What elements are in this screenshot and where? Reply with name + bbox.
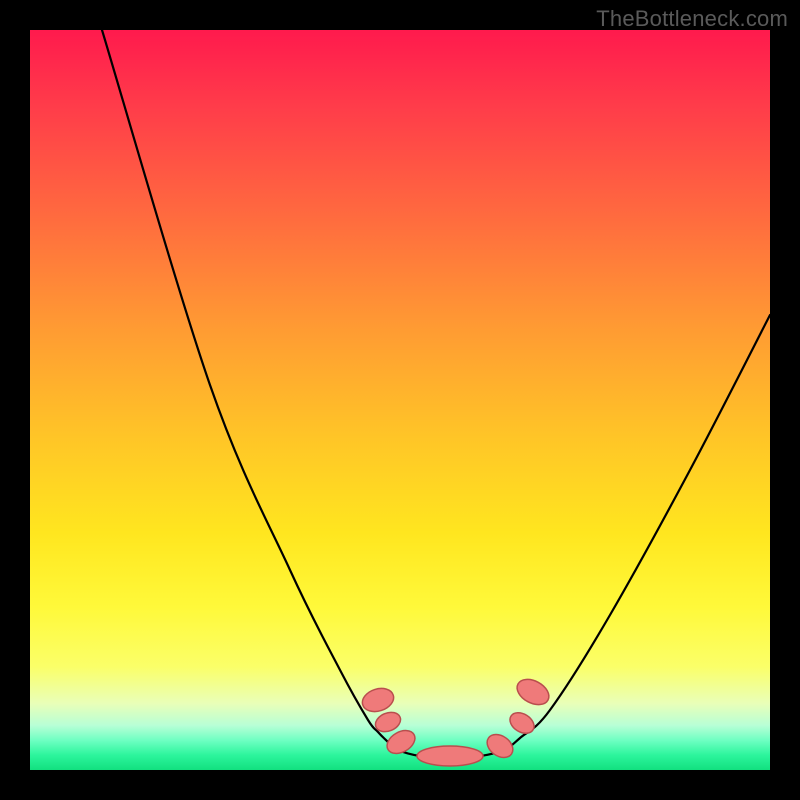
bottleneck-curve bbox=[102, 30, 770, 758]
curve-marker bbox=[506, 708, 538, 737]
curve-markers bbox=[359, 674, 553, 766]
curve-marker bbox=[417, 746, 483, 766]
curve-marker bbox=[483, 730, 517, 762]
curve-marker bbox=[513, 674, 553, 709]
chart-plot-area bbox=[30, 30, 770, 770]
curve-marker bbox=[359, 685, 396, 716]
watermark-text: TheBottleneck.com bbox=[596, 6, 788, 32]
curve-svg bbox=[30, 30, 770, 770]
